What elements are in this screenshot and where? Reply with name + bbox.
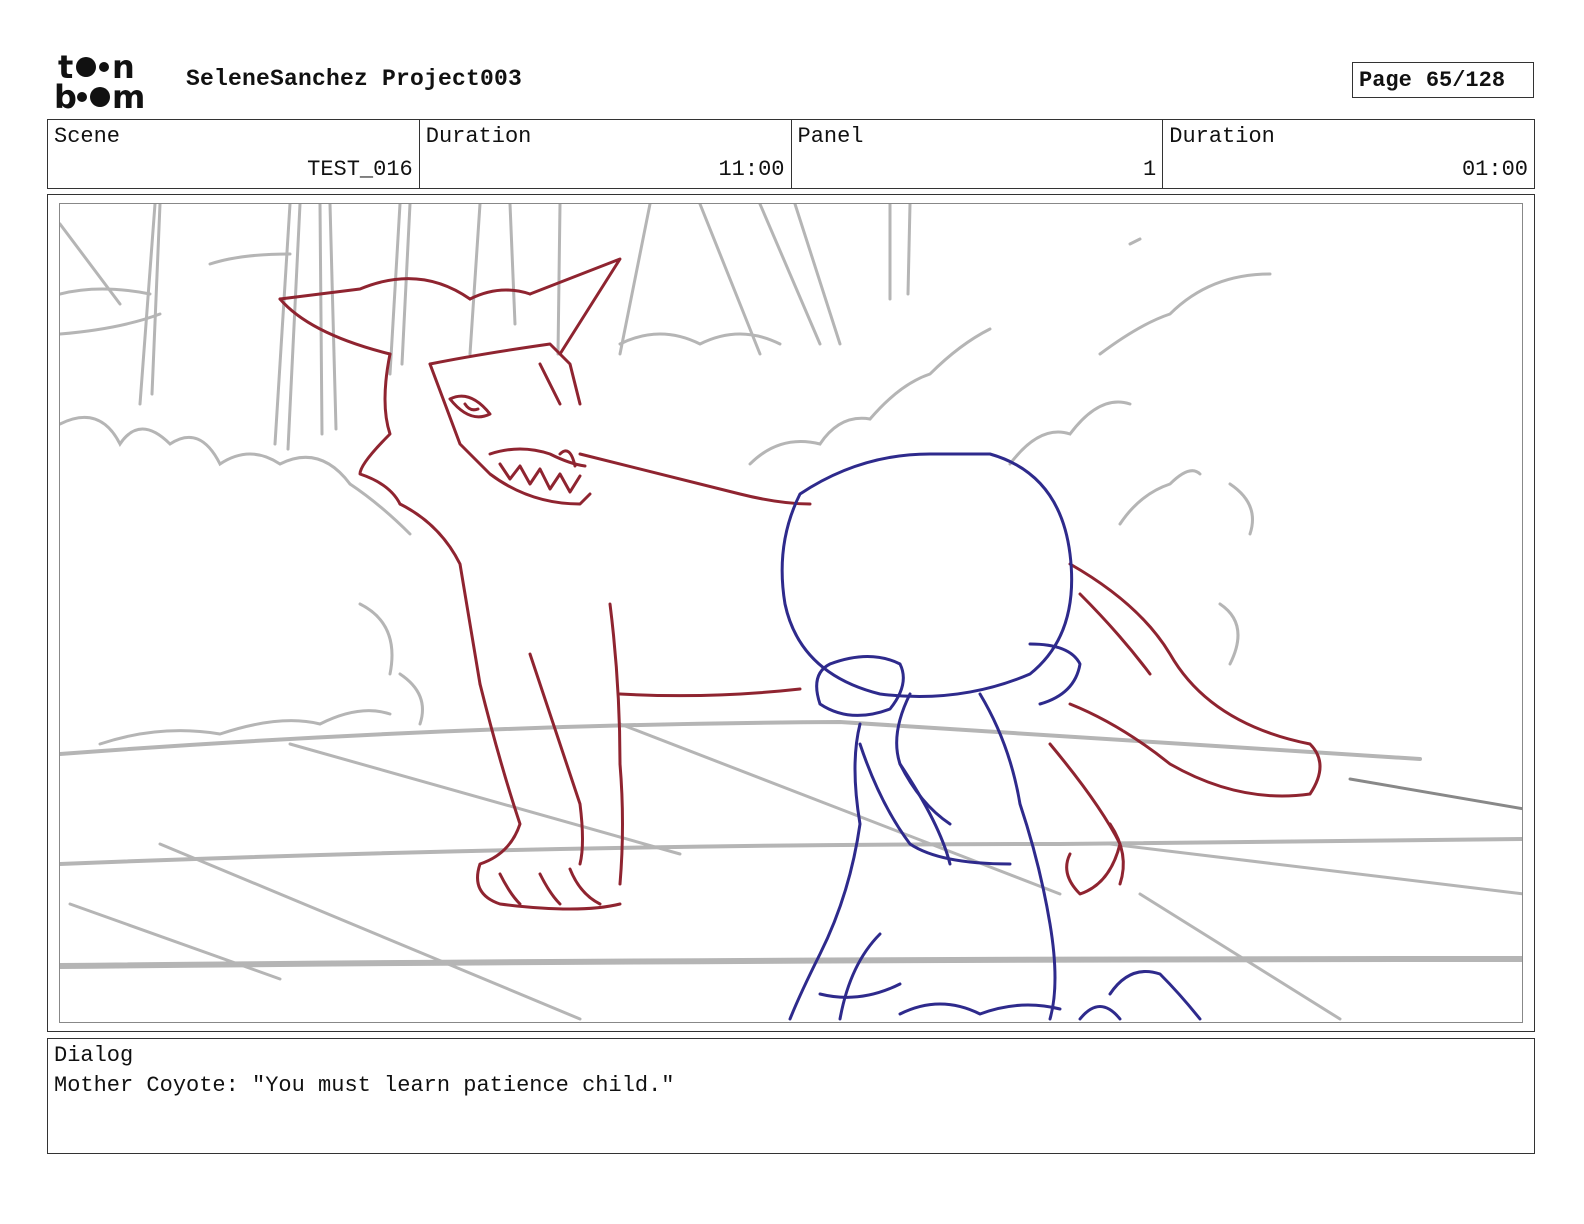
background-sketch bbox=[60, 204, 1522, 1021]
scene-cell: Scene TEST_016 bbox=[48, 120, 420, 188]
page-number: 65/128 bbox=[1425, 67, 1506, 93]
panel-drawing-area bbox=[59, 203, 1523, 1023]
panel-duration-cell: Duration 01:00 bbox=[1163, 120, 1534, 188]
panel-value: 1 bbox=[1143, 157, 1157, 182]
panel-label: Panel bbox=[797, 124, 864, 149]
dialog-box: Dialog Mother Coyote: "You must learn pa… bbox=[47, 1038, 1535, 1154]
panel-sketch bbox=[60, 204, 1522, 1021]
svg-text:m: m bbox=[112, 78, 145, 112]
panel-cell: Panel 1 bbox=[792, 120, 1164, 188]
page-indicator: Page 65/128 bbox=[1352, 62, 1534, 98]
panel-duration-label: Duration bbox=[1169, 124, 1275, 149]
panel-duration-value: 01:00 bbox=[1461, 157, 1528, 182]
coyote-sketch bbox=[278, 257, 1322, 911]
svg-text:b: b bbox=[54, 78, 77, 112]
page-label: Page bbox=[1359, 67, 1412, 93]
scene-label: Scene bbox=[54, 124, 121, 149]
dialog-label: Dialog bbox=[54, 1043, 134, 1068]
scene-duration-cell: Duration 11:00 bbox=[420, 120, 792, 188]
storyboard-panel bbox=[47, 194, 1535, 1032]
scene-duration-label: Duration bbox=[425, 124, 532, 149]
dialog-text: Mother Coyote: "You must learn patience … bbox=[54, 1073, 675, 1098]
scene-value: TEST_016 bbox=[307, 157, 413, 182]
scene-duration-value: 11:00 bbox=[718, 157, 785, 182]
toon-boom-logo: t n b m bbox=[54, 50, 145, 112]
scene-info-table: Scene TEST_016 Duration 11:00 Panel 1 Du… bbox=[47, 119, 1535, 189]
child-sketch bbox=[780, 452, 1202, 1021]
project-title: SeleneSanchez Project003 bbox=[186, 66, 523, 92]
